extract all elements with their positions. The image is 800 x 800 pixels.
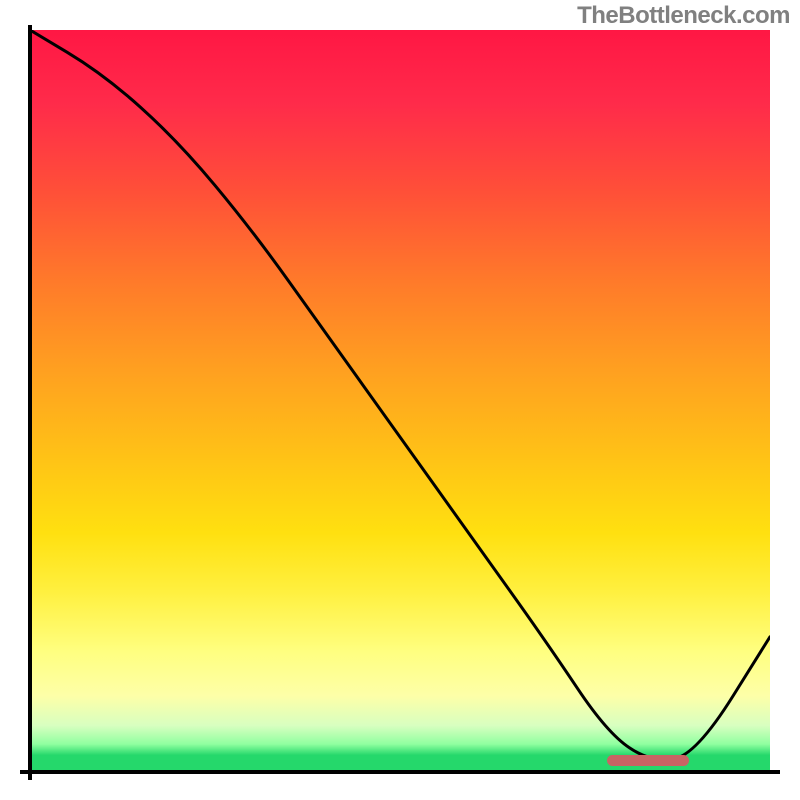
plot-area (30, 30, 770, 770)
x-axis (20, 770, 780, 774)
optimal-range-marker (607, 755, 688, 766)
chart-container: TheBottleneck.com (0, 0, 800, 800)
y-axis (28, 25, 32, 780)
bottleneck-curve (30, 30, 770, 770)
watermark-text: TheBottleneck.com (577, 2, 790, 30)
